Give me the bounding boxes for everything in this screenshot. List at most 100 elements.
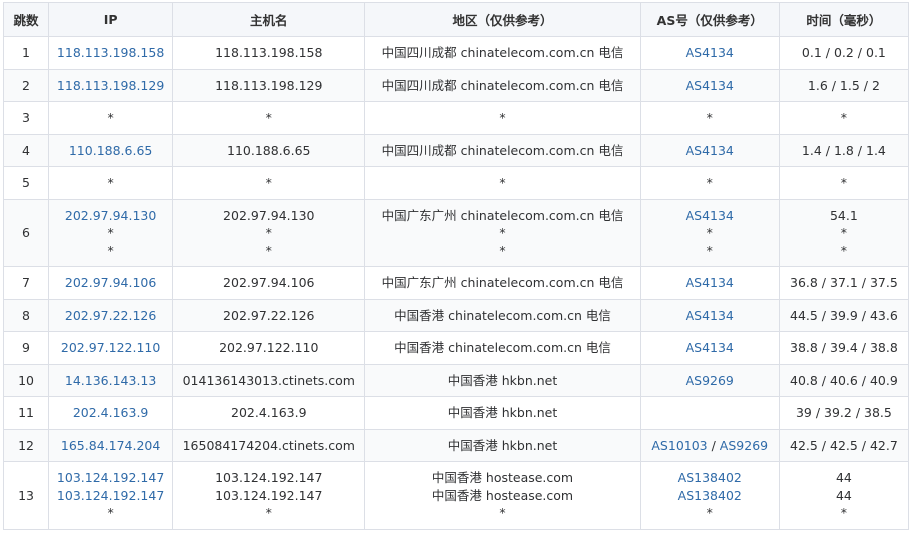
time-text: 0.1 / 0.2 / 0.1 [801,45,886,60]
table-row: 10 14.136.143.13 014136143013.ctinets.com 中… [2,363,910,397]
cell-ip: 118.113.198.129 [48,68,174,102]
cell-time: * [778,166,910,200]
cell-hostname: 103.124.192.147 103.124.192.147 * [172,461,366,530]
cell-hop: 9 [2,331,50,365]
cell-time: 38.8 / 39.4 / 38.8 [778,331,910,365]
cell-time: 1.4 / 1.8 / 1.4 [778,133,910,167]
ip-link[interactable]: 14.136.143.13 [49,372,172,390]
header-hostname: 主机名 [172,2,366,37]
cell-hostname: 118.113.198.129 [172,68,366,102]
time-text: 1.6 / 1.5 / 2 [807,77,880,93]
hostname-text: 118.113.198.129 [215,77,323,93]
cell-region: * [364,166,641,200]
hop-number: 9 [22,340,30,355]
region-text: * [499,175,506,190]
ip-link[interactable]: 202.97.94.106 [49,274,172,292]
traceroute-table: 跳数 IP 主机名 地区（仅供参考） AS号（仅供参考） 时间（毫秒） 1 118… [2,2,910,530]
hostname-text: * [265,242,272,258]
header-time: 时间（毫秒） [778,2,910,37]
cell-region: 中国香港 hostease.com 中国香港 hostease.com * [364,461,641,530]
cell-time: * [778,101,910,135]
cell-hostname: 110.188.6.65 [172,133,366,167]
cell-ip: 165.84.174.204 [48,428,174,462]
as-link[interactable]: AS9269 [720,438,768,453]
cell-as [639,396,780,430]
cell-hostname: 118.113.198.158 [172,36,366,70]
cell-as: * [639,166,780,200]
cell-time: 44 44 * [778,461,910,530]
cell-hop: 1 [2,36,50,70]
as-line: AS10103 / AS9269 [641,437,779,455]
as-link[interactable]: AS4134 [686,45,734,60]
region-text: * [499,242,506,258]
ip-link[interactable]: 118.113.198.158 [49,44,172,62]
as-link[interactable]: AS4134 [686,275,734,290]
cell-as: AS4134 [639,36,780,70]
ip-link[interactable]: 202.97.94.130 [49,207,172,225]
as-link[interactable]: AS9269 [686,373,734,388]
cell-region: 中国香港 hkbn.net [364,396,641,430]
time-text: * [840,110,848,125]
hostname-text: * [265,225,272,240]
as-link[interactable]: AS4134 [686,308,734,323]
cell-ip: 14.136.143.13 [48,363,174,397]
ip-link[interactable]: 202.4.163.9 [49,404,172,422]
hostname-text: 202.97.22.126 [223,307,315,323]
as-link[interactable]: AS4134 [686,208,734,223]
ip-placeholder: * [107,242,114,258]
ip-link[interactable]: 103.124.192.147 [49,487,172,505]
cell-hop: 13 [2,461,50,530]
region-text: 中国香港 hostease.com [431,470,574,485]
as-line: AS138402 [641,487,779,505]
hostname-text: 103.124.192.147 [215,487,323,503]
table-row: 2 118.113.198.129 118.113.198.129 中国四川成都 ch… [2,68,910,102]
cell-hostname: 014136143013.ctinets.com [172,363,366,397]
as-line: * [641,174,779,192]
cell-as: AS10103 / AS9269 [639,428,780,462]
cell-hop: 6 [2,198,50,267]
ip-link[interactable]: 165.84.174.204 [49,437,172,455]
hop-number: 11 [18,405,34,420]
cell-hop: 5 [2,166,50,200]
time-text: 40.8 / 40.6 / 40.9 [790,372,898,388]
table-row: 3 * * * * * [2,101,910,135]
as-line: * [641,242,779,260]
as-link[interactable]: AS138402 [678,488,742,503]
cell-time: 1.6 / 1.5 / 2 [778,68,910,102]
cell-as: AS4134 [639,331,780,365]
ip-link[interactable]: 202.97.22.126 [49,307,172,325]
as-link[interactable]: AS4134 [686,78,734,93]
ip-link[interactable]: 110.188.6.65 [49,142,172,160]
header-region: 地区（仅供参考） [364,2,641,37]
as-link[interactable]: AS4134 [686,143,734,158]
as-line: AS4134 [641,274,779,292]
ip-link[interactable]: 103.124.192.147 [49,469,172,487]
as-placeholder: * [706,110,713,125]
cell-as: AS4134 [639,133,780,167]
table-body: 1 118.113.198.158 118.113.198.158 中国四川成都 ch… [2,36,910,530]
ip-link[interactable]: 118.113.198.129 [49,77,172,95]
ip-placeholder: * [107,110,114,125]
cell-time: 44.5 / 39.9 / 43.6 [778,298,910,332]
hostname-text: * [265,110,272,125]
region-text: 中国四川成都 chinatelecom.com.cn 电信 [381,77,624,93]
cell-ip: 202.97.22.126 [48,298,174,332]
cell-time: 39 / 39.2 / 38.5 [778,396,910,430]
cell-hop: 12 [2,428,50,462]
time-text: * [840,242,848,258]
ip-link[interactable]: 202.97.122.110 [49,339,172,357]
as-link[interactable]: AS4134 [686,340,734,355]
time-text: 39 / 39.2 / 38.5 [795,405,892,420]
hop-number: 12 [18,437,34,453]
hop-number: 3 [22,110,30,125]
region-text: 中国香港 hostease.com [431,487,574,503]
as-link[interactable]: AS138402 [678,470,742,485]
cell-region: 中国广东广州 chinatelecom.com.cn 电信 * * [364,198,641,267]
cell-time: 36.8 / 37.1 / 37.5 [778,266,910,300]
cell-region: 中国香港 chinatelecom.com.cn 电信 [364,298,641,332]
as-link[interactable]: AS10103 [651,438,707,453]
cell-region: * [364,101,641,135]
as-placeholder: * [706,225,713,240]
cell-region: 中国香港 hkbn.net [364,428,641,462]
cell-hop: 10 [2,363,50,397]
